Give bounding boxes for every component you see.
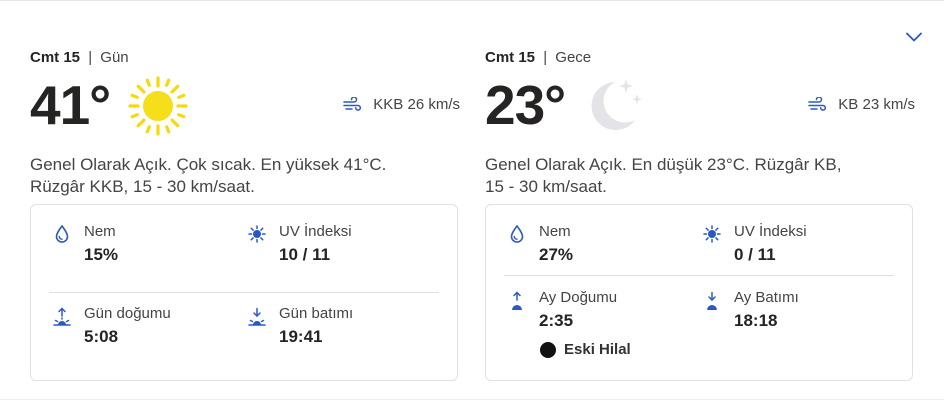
day-wind: KKB 26 km/s bbox=[343, 96, 460, 113]
uv-value: 0 / 11 bbox=[734, 245, 776, 264]
night-wind-value: KB 23 km/s bbox=[838, 96, 915, 113]
humidity-icon bbox=[506, 223, 528, 245]
day-forecast-panel: Cmt 15 | Gün 41° KKB 26 km/s Genel Olara… bbox=[30, 48, 460, 381]
moon-phase-icon bbox=[540, 341, 556, 358]
moon-phase: Eski Hilal bbox=[540, 341, 631, 358]
night-summary-line-1: Genel Olarak Açık. En düşük 23°C. Rüzgâr… bbox=[485, 155, 842, 174]
humidity-value: 15% bbox=[84, 245, 119, 264]
humidity-value: 27% bbox=[539, 245, 574, 264]
day-temperature-row: 41° KKB 26 km/s bbox=[30, 74, 460, 141]
day-summary: Genel Olarak Açık. Çok sıcak. En yüksek … bbox=[30, 154, 460, 198]
night-humidity: Nem 27% bbox=[506, 223, 573, 267]
night-temperature: 23° bbox=[485, 74, 566, 136]
humidity-label: Nem bbox=[539, 223, 571, 240]
sunrise-label: Gün doğumu bbox=[84, 305, 171, 322]
moonrise-icon bbox=[506, 289, 528, 311]
night-forecast-panel: Cmt 15 | Gece 23° KB 23 km/s Genel Olara… bbox=[485, 48, 915, 381]
day-summary-line-1: Genel Olarak Açık. Çok sıcak. En yüksek … bbox=[30, 155, 387, 174]
wind-icon bbox=[808, 96, 827, 113]
uv-icon bbox=[246, 223, 268, 245]
top-divider bbox=[0, 0, 944, 1]
night-moonrise: Ay Doğumu 2:35 bbox=[506, 289, 617, 333]
moon-icon bbox=[583, 74, 645, 141]
night-temperature-row: 23° KB 23 km/s bbox=[485, 74, 915, 141]
night-moonset: Ay Batımı 18:18 bbox=[701, 289, 799, 333]
date-separator: | bbox=[88, 49, 93, 66]
day-summary-line-2: Rüzgâr KKB, 15 - 30 km/saat. bbox=[30, 177, 255, 196]
day-temperature: 41° bbox=[30, 74, 111, 136]
sunset-value: 19:41 bbox=[279, 327, 323, 346]
date-separator: | bbox=[543, 49, 548, 66]
day-date-line: Cmt 15 | Gün bbox=[30, 48, 460, 68]
card-divider bbox=[49, 292, 439, 293]
card-divider bbox=[504, 275, 894, 276]
uv-label: UV İndeksi bbox=[279, 223, 352, 240]
humidity-label: Nem bbox=[84, 223, 116, 240]
wind-icon bbox=[343, 96, 362, 113]
day-uv-index: UV İndeksi 10 / 11 bbox=[246, 223, 352, 267]
sunset-label: Gün batımı bbox=[279, 305, 354, 322]
moonrise-value: 2:35 bbox=[539, 311, 574, 330]
night-details-card: Nem 27% UV İndeksi 0 / 11 Ay Doğumu 2:35… bbox=[485, 204, 913, 381]
uv-label: UV İndeksi bbox=[734, 223, 807, 240]
night-wind: KB 23 km/s bbox=[808, 96, 915, 113]
moonset-value: 18:18 bbox=[734, 311, 778, 330]
night-summary: Genel Olarak Açık. En düşük 23°C. Rüzgâr… bbox=[485, 154, 915, 198]
night-uv-index: UV İndeksi 0 / 11 bbox=[701, 223, 807, 267]
night-date-line: Cmt 15 | Gece bbox=[485, 48, 915, 68]
sunrise-icon bbox=[51, 305, 73, 327]
night-summary-line-2: 15 - 30 km/saat. bbox=[485, 177, 607, 196]
sunset-icon bbox=[246, 305, 268, 327]
day-sunrise: Gün doğumu 5:08 bbox=[51, 305, 171, 349]
day-date: Cmt 15 bbox=[30, 49, 81, 66]
uv-icon bbox=[701, 223, 723, 245]
day-sunset: Gün batımı 19:41 bbox=[246, 305, 353, 349]
period-label: Gün bbox=[100, 49, 129, 66]
period-label: Gece bbox=[555, 49, 592, 66]
uv-value: 10 / 11 bbox=[279, 245, 331, 264]
moonrise-label: Ay Doğumu bbox=[539, 289, 618, 306]
humidity-icon bbox=[51, 223, 73, 245]
sun-icon bbox=[128, 76, 188, 141]
day-details-card: Nem 15% UV İndeksi 10 / 11 Gün doğumu 5:… bbox=[30, 204, 458, 381]
day-humidity: Nem 15% bbox=[51, 223, 118, 267]
moon-phase-label: Eski Hilal bbox=[564, 341, 631, 358]
chevron-down-icon bbox=[906, 32, 922, 42]
moonset-icon bbox=[701, 289, 723, 311]
night-date: Cmt 15 bbox=[485, 49, 536, 66]
moonset-label: Ay Batımı bbox=[734, 289, 799, 306]
day-wind-value: KKB 26 km/s bbox=[373, 96, 460, 113]
expand-button[interactable] bbox=[901, 26, 927, 48]
sunrise-value: 5:08 bbox=[84, 327, 119, 346]
